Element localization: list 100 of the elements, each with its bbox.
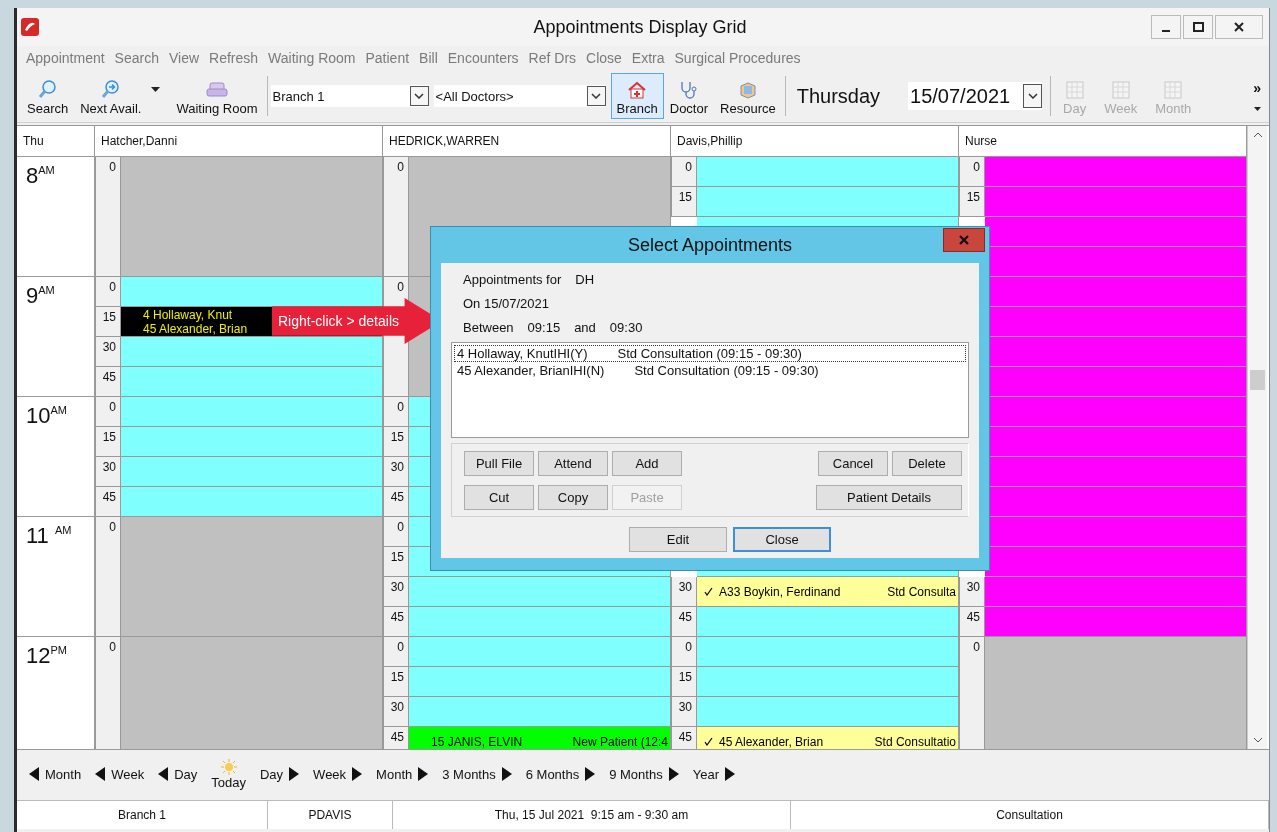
field-value: 09:15 <box>527 319 561 335</box>
menu-item[interactable]: Close <box>583 50 629 66</box>
appointment-block[interactable]: A33 Boykin, Ferdinand Std Consulta <box>697 577 959 607</box>
minute-cell: 0 <box>95 277 121 307</box>
dialog-button[interactable]: Add <box>612 451 682 476</box>
patient-name: 45 Alexander, Brian <box>143 321 248 336</box>
field-value: DH <box>575 271 595 287</box>
minute-cell: 0 <box>383 517 409 547</box>
minute-cell: 0 <box>383 397 409 427</box>
minute-cell: 45 <box>95 367 121 397</box>
minute-cell: 0 <box>95 517 121 637</box>
minute-cell: 45 <box>959 607 985 637</box>
dialog-button[interactable]: Pull File <box>464 451 534 476</box>
nav-button[interactable]: 9 Months <box>605 766 689 782</box>
menu-item[interactable]: Surgical Procedures <box>671 50 808 66</box>
branch-select[interactable]: Branch 1 <box>270 85 429 107</box>
minute-cell: 45 <box>671 727 697 749</box>
minute-cell: 30 <box>383 577 409 607</box>
patient-name: A33 Boykin, Ferdinand <box>719 584 841 599</box>
appointment-type: Std Consultation (09:15 - 09:30) <box>617 346 802 361</box>
menu-item[interactable]: Search <box>111 50 166 66</box>
nav-button[interactable]: Week <box>91 766 155 782</box>
minute-cell: 0 <box>959 637 985 749</box>
minute-cell: 30 <box>95 337 121 367</box>
dialog-button[interactable]: Attend <box>538 451 608 476</box>
dialog-button[interactable]: Patient Details <box>816 485 962 510</box>
field-value: 09:30 <box>609 319 643 335</box>
menu-item[interactable]: View <box>165 50 207 66</box>
minute-cell: 45 <box>671 607 697 637</box>
dialog-button[interactable]: Close <box>733 527 831 552</box>
nav-button[interactable]: Day <box>154 766 208 782</box>
minute-cell: 0 <box>671 157 697 187</box>
appointment-type: Std Consulta <box>887 584 956 599</box>
minute-cell: 15 <box>95 307 121 337</box>
dialog-button[interactable]: Delete <box>892 451 962 476</box>
minute-cell: 15 <box>95 427 121 457</box>
appointment-block[interactable]: 45 Alexander, Brian Std Consultatio <box>697 727 959 749</box>
dialog-title: Select Appointments <box>627 234 793 256</box>
menu-item[interactable]: Extra <box>628 50 672 66</box>
patient-name: 4 Hollaway, Knut <box>143 307 233 322</box>
minute-cell: 0 <box>671 637 697 667</box>
minute-cell: 30 <box>671 577 697 607</box>
appointment-type: New Patient (12:4 <box>572 734 668 749</box>
patient-name: 15 JANIS, ELVIN <box>431 734 523 749</box>
toolbar-button[interactable]: Search <box>21 73 75 119</box>
toolbar-button[interactable]: Resource <box>714 73 782 119</box>
nav-button[interactable]: Day <box>255 766 310 782</box>
status-bar-field: PDAVIS <box>268 801 393 829</box>
date-picker[interactable]: 15/07/2021 <box>908 82 1043 110</box>
menu-item[interactable]: Ref Drs <box>525 50 584 66</box>
minute-cell: 15 <box>671 667 697 697</box>
minute-cell: 0 <box>95 157 121 277</box>
minute-cell: 15 <box>383 547 409 577</box>
appointment-block[interactable]: 15 JANIS, ELVIN New Patient (12:4 <box>409 727 671 749</box>
minute-cell: 0 <box>95 637 121 749</box>
minute-cell: 30 <box>671 697 697 727</box>
nav-button[interactable]: Month <box>25 766 92 782</box>
menu-item[interactable]: Patient <box>362 50 417 66</box>
status-bar-field: Consultation <box>791 801 1269 829</box>
dialog-button[interactable]: Copy <box>538 485 608 510</box>
status-bar-field: Branch 1 <box>17 801 268 829</box>
menu-item[interactable]: Refresh <box>206 50 266 66</box>
toolbar-button[interactable]: Doctor <box>663 73 715 119</box>
field-label: Between <box>463 319 514 335</box>
patient-name: 4 Hollaway, KnutIHI(Y) <box>457 346 588 361</box>
list-item[interactable]: 45 Alexander, BrianIHI(N) Std Consultation (09:15 - 09:30) <box>454 362 966 379</box>
nav-button[interactable]: Week <box>309 766 373 782</box>
minute-cell: 0 <box>383 637 409 667</box>
day-name: Thursday <box>796 84 881 108</box>
minute-cell: 30 <box>959 577 985 607</box>
minute-cell: 45 <box>383 727 409 749</box>
minute-cell: 45 <box>383 487 409 517</box>
patient-name: 45 Alexander, BrianIHI(N) <box>457 363 605 378</box>
minute-cell: 15 <box>383 427 409 457</box>
minute-cell: 15 <box>383 667 409 697</box>
minute-cell: 45 <box>383 607 409 637</box>
dialog-button[interactable]: Cancel <box>818 451 888 476</box>
minute-cell: 30 <box>383 697 409 727</box>
doctor-select[interactable]: <All Doctors> <box>433 85 606 107</box>
patient-name: 45 Alexander, Brian <box>719 734 824 749</box>
menu-item[interactable]: Bill <box>416 50 445 66</box>
toolbar-button[interactable]: Waiting Room <box>170 73 264 119</box>
menu-item[interactable]: Encounters <box>444 50 526 66</box>
nav-button[interactable]: 6 Months <box>521 766 606 782</box>
dialog-button[interactable]: Cut <box>464 485 534 510</box>
nav-button[interactable]: 3 Months <box>438 766 522 782</box>
overflow-button[interactable]: » <box>1253 81 1261 95</box>
dialog-button[interactable]: Edit <box>629 527 727 552</box>
field-label: and <box>574 319 596 335</box>
toolbar-button[interactable]: Branch <box>610 73 664 119</box>
nav-button[interactable]: Year <box>688 766 745 782</box>
appointment-type: Std Consultation (09:15 - 09:30) <box>634 363 819 378</box>
menu-item[interactable]: Appointment <box>23 50 112 66</box>
nav-button[interactable]: Month <box>372 766 439 782</box>
minute-cell: 0 <box>383 157 409 277</box>
list-item[interactable]: 4 Hollaway, KnutIHI(Y) Std Consultation (09:15 - 09:30) <box>454 345 966 362</box>
toolbar-button[interactable]: Next Avail. <box>74 73 148 119</box>
appointment-type: Std Consultatio <box>874 734 956 749</box>
menu-item[interactable]: Waiting Room <box>265 50 363 66</box>
nav-button[interactable]: Today <box>207 758 256 790</box>
